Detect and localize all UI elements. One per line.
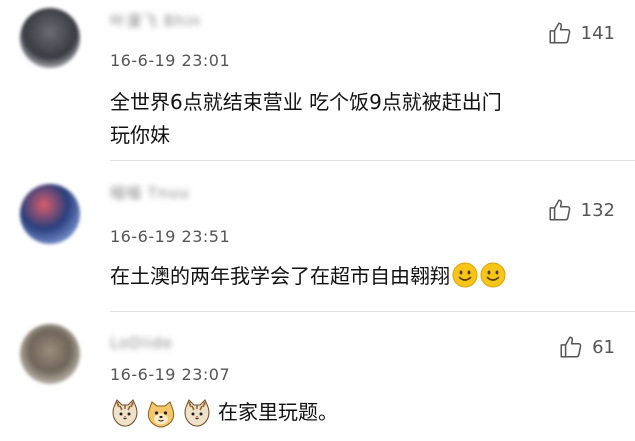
comment-timestamp: 16-6-19 23:07: [110, 365, 231, 384]
comment-text-line: 在土澳的两年我学会了在超市自由翱翔: [110, 264, 450, 288]
comment-text: 在家里玩题。: [110, 396, 615, 429]
user-avatar[interactable]: [20, 8, 80, 68]
comment-list: 叶漫飞 Bhin 141 16-6-19 23:01 全世界6点就结束营业 吃个…: [0, 0, 635, 441]
like-button[interactable]: 141: [547, 20, 615, 46]
cat-emoji-icon: [112, 398, 138, 427]
dog-emoji-icon: [147, 400, 175, 428]
comment-text-line: 全世界6点就结束营业 吃个饭9点就被赶出门: [110, 90, 502, 114]
thumbs-up-icon: [549, 22, 570, 44]
thumbs-up-icon: [549, 199, 570, 221]
comment-text-line: 在家里玩题。: [218, 400, 338, 424]
like-button[interactable]: 61: [558, 334, 615, 360]
like-count: 141: [580, 22, 615, 44]
user-avatar[interactable]: [20, 324, 80, 384]
smile-emoji-icon: [480, 262, 506, 288]
comment-timestamp: 16-6-19 23:51: [110, 227, 231, 246]
comment-text: 全世界6点就结束营业 吃个饭9点就被赶出门 玩你妹: [110, 86, 615, 152]
comment-text-line: 玩你妹: [110, 123, 170, 147]
smile-emoji-icon: [452, 262, 478, 288]
like-count: 61: [592, 336, 615, 358]
comment-item: 喵喵 Tnuu 132 16-6-19 23:51 在土澳的两年我学会了在超市自…: [0, 161, 635, 311]
cat-emoji-icon: [184, 398, 210, 427]
username[interactable]: LoDiide: [110, 334, 173, 352]
username[interactable]: 叶漫飞 Bhin: [110, 10, 201, 31]
comment-item: 叶漫飞 Bhin 141 16-6-19 23:01 全世界6点就结束营业 吃个…: [0, 0, 635, 160]
comment-timestamp: 16-6-19 23:01: [110, 51, 231, 70]
comment-item: LoDiide 61 16-6-19 23:07 在家里玩题。: [0, 312, 635, 441]
like-button[interactable]: 132: [547, 197, 615, 223]
user-avatar[interactable]: [20, 184, 80, 244]
like-count: 132: [580, 199, 615, 221]
thumbs-up-icon: [560, 336, 582, 358]
comment-text: 在土澳的两年我学会了在超市自由翱翔: [110, 260, 615, 293]
username[interactable]: 喵喵 Tnuu: [110, 182, 189, 203]
